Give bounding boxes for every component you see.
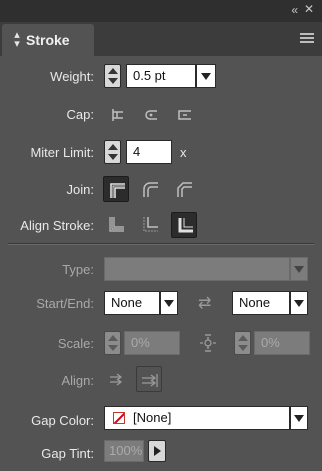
type-dropdown-button[interactable] (290, 257, 308, 281)
miter-limit-input[interactable]: 4 (126, 140, 172, 164)
join-label: Join: (66, 182, 94, 197)
place-arrow-tip-button[interactable] (136, 366, 162, 392)
miter-join-button[interactable] (103, 176, 129, 202)
gap-color-value: [None] (133, 410, 172, 425)
gap-color-label: Gap Color: (31, 413, 94, 428)
tab-label: Stroke (26, 32, 70, 48)
tab-stroke[interactable]: ▴ ▾ Stroke (2, 24, 94, 56)
scale-end-stepper[interactable] (234, 331, 251, 355)
panel-titlebar: « ✕ (0, 0, 322, 23)
extend-arrow-tip-button[interactable] (104, 366, 130, 392)
gap-tint-label: Gap Tint: (41, 446, 94, 461)
scale-start-input[interactable]: 0% (124, 331, 180, 355)
projecting-cap-button[interactable] (172, 102, 198, 128)
miter-limit-label: Miter Limit: (30, 145, 94, 160)
butt-cap-button[interactable] (104, 102, 130, 128)
section-divider (8, 243, 314, 245)
miter-limit-unit: x (180, 145, 187, 160)
end-arrowhead-dropdown[interactable]: None (232, 291, 290, 315)
gap-tint-slider-button[interactable] (148, 440, 166, 462)
collapse-icon[interactable]: « (291, 3, 298, 17)
align-stroke-label: Align Stroke: (20, 218, 94, 233)
type-label: Type: (62, 262, 94, 277)
scale-label: Scale: (57, 336, 94, 351)
miter-limit-stepper[interactable] (104, 140, 121, 164)
gap-color-dropdown[interactable]: [None] (104, 406, 290, 430)
weight-stepper[interactable] (104, 64, 121, 88)
weight-label: Weight: (50, 69, 94, 84)
panel-menu-icon[interactable] (300, 33, 314, 44)
scale-start-stepper[interactable] (104, 331, 121, 355)
expand-collapse-icon[interactable]: ▴ ▾ (13, 30, 21, 50)
round-cap-button[interactable] (138, 102, 164, 128)
cap-label: Cap: (66, 107, 94, 122)
swap-start-end-icon[interactable]: ⇄ (198, 293, 211, 313)
stroke-panel: « ✕ ▴ ▾ Stroke Weight: 0.5 pt Cap: Miter … (0, 0, 322, 471)
tab-row: ▴ ▾ Stroke (0, 22, 322, 56)
none-swatch-icon (113, 412, 125, 424)
link-scale-icon[interactable] (194, 329, 220, 355)
start-end-label: Start/End: (36, 296, 94, 311)
start-arrowhead-dropdown[interactable]: None (104, 291, 160, 315)
close-icon[interactable]: ✕ (304, 2, 314, 16)
scale-end-input[interactable]: 0% (254, 331, 310, 355)
type-dropdown[interactable] (104, 257, 290, 281)
align-stroke-center-button[interactable] (103, 212, 129, 238)
bevel-join-button[interactable] (171, 176, 197, 202)
gap-tint-input[interactable]: 100% (104, 440, 144, 462)
gap-color-dropdown-button[interactable] (290, 406, 308, 430)
end-arrowhead-dropdown-button[interactable] (290, 291, 308, 315)
align-stroke-inside-button[interactable] (137, 212, 163, 238)
round-join-button[interactable] (137, 176, 163, 202)
align-label: Align: (61, 373, 94, 388)
start-arrowhead-dropdown-button[interactable] (160, 291, 178, 315)
align-stroke-outside-button[interactable] (171, 212, 197, 238)
weight-input[interactable]: 0.5 pt (126, 64, 196, 88)
weight-dropdown-button[interactable] (196, 64, 216, 88)
